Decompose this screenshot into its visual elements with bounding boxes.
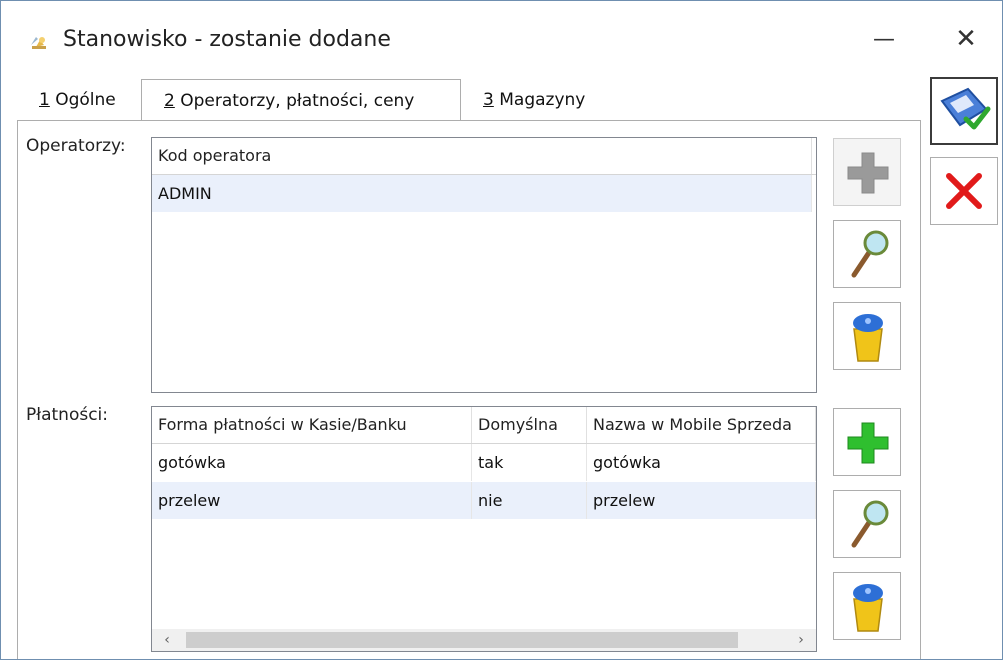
payment-default-cell: nie xyxy=(472,482,587,519)
operator-code-cell: ADMIN xyxy=(152,175,812,212)
cancel-button[interactable] xyxy=(930,157,998,225)
delete-payment-button[interactable] xyxy=(833,572,901,640)
minimize-button[interactable]: — xyxy=(854,15,914,65)
cancel-icon xyxy=(946,173,982,209)
column-header-nazwa-mobile[interactable]: Nazwa w Mobile Sprzeda xyxy=(587,407,816,443)
tab-magazyny[interactable]: 3 Magazyny xyxy=(483,85,613,115)
payments-label: Płatności: xyxy=(26,405,108,425)
plus-icon xyxy=(847,152,889,194)
plus-icon xyxy=(847,422,889,464)
save-button[interactable] xyxy=(930,77,998,145)
station-icon xyxy=(31,37,46,49)
horizontal-scrollbar[interactable]: ‹ › xyxy=(152,629,816,651)
payment-mobile-name-cell: gotówka xyxy=(587,444,816,481)
column-header-forma-platnosci[interactable]: Forma płatności w Kasie/Banku xyxy=(152,407,472,443)
payment-default-cell: tak xyxy=(472,444,587,481)
tab-panel: Operatorzy: Kod operatora ADMIN Płatnośc… xyxy=(17,120,921,659)
column-header-domyslna[interactable]: Domyślna xyxy=(472,407,587,443)
add-operator-button[interactable] xyxy=(833,138,901,206)
payments-grid[interactable]: Forma płatności w Kasie/Banku Domyślna N… xyxy=(151,406,817,652)
payments-grid-header: Forma płatności w Kasie/Banku Domyślna N… xyxy=(152,407,816,444)
trash-icon xyxy=(853,314,883,362)
table-row[interactable]: ADMIN xyxy=(152,175,812,212)
save-icon xyxy=(940,87,991,130)
payment-form-cell: przelew xyxy=(152,482,472,519)
edit-operator-button[interactable] xyxy=(833,220,901,288)
table-row[interactable]: gotówka tak gotówka xyxy=(152,444,816,481)
column-header-kod-operatora[interactable]: Kod operatora xyxy=(152,138,812,174)
payment-mobile-name-cell: przelew xyxy=(587,482,816,519)
tab-operatorzy-platnosci-ceny[interactable]: 2 Operatorzy, płatności, ceny xyxy=(141,79,461,121)
magnifier-icon xyxy=(851,230,889,278)
scroll-left-arrow[interactable]: ‹ xyxy=(156,629,178,651)
table-row[interactable]: przelew nie przelew xyxy=(152,482,816,519)
edit-payment-button[interactable] xyxy=(833,490,901,558)
magnifier-icon xyxy=(851,500,889,548)
close-button[interactable]: ✕ xyxy=(936,15,996,65)
tab-ogolne[interactable]: 1 Ogólne xyxy=(39,85,133,115)
trash-icon xyxy=(853,584,883,632)
delete-operator-button[interactable] xyxy=(833,302,901,370)
scroll-right-arrow[interactable]: › xyxy=(790,629,812,651)
title-bar: Stanowisko - zostanie dodane — ✕ xyxy=(1,1,1002,79)
operators-grid-header: Kod operatora xyxy=(152,138,816,175)
add-payment-button[interactable] xyxy=(833,408,901,476)
window-title: Stanowisko - zostanie dodane xyxy=(63,27,391,52)
operators-label: Operatorzy: xyxy=(26,136,126,156)
operators-grid[interactable]: Kod operatora ADMIN xyxy=(151,137,817,393)
payment-form-cell: gotówka xyxy=(152,444,472,481)
dialog-window: Stanowisko - zostanie dodane — ✕ 1 Ogóln… xyxy=(0,0,1003,660)
scroll-thumb[interactable] xyxy=(186,632,738,648)
